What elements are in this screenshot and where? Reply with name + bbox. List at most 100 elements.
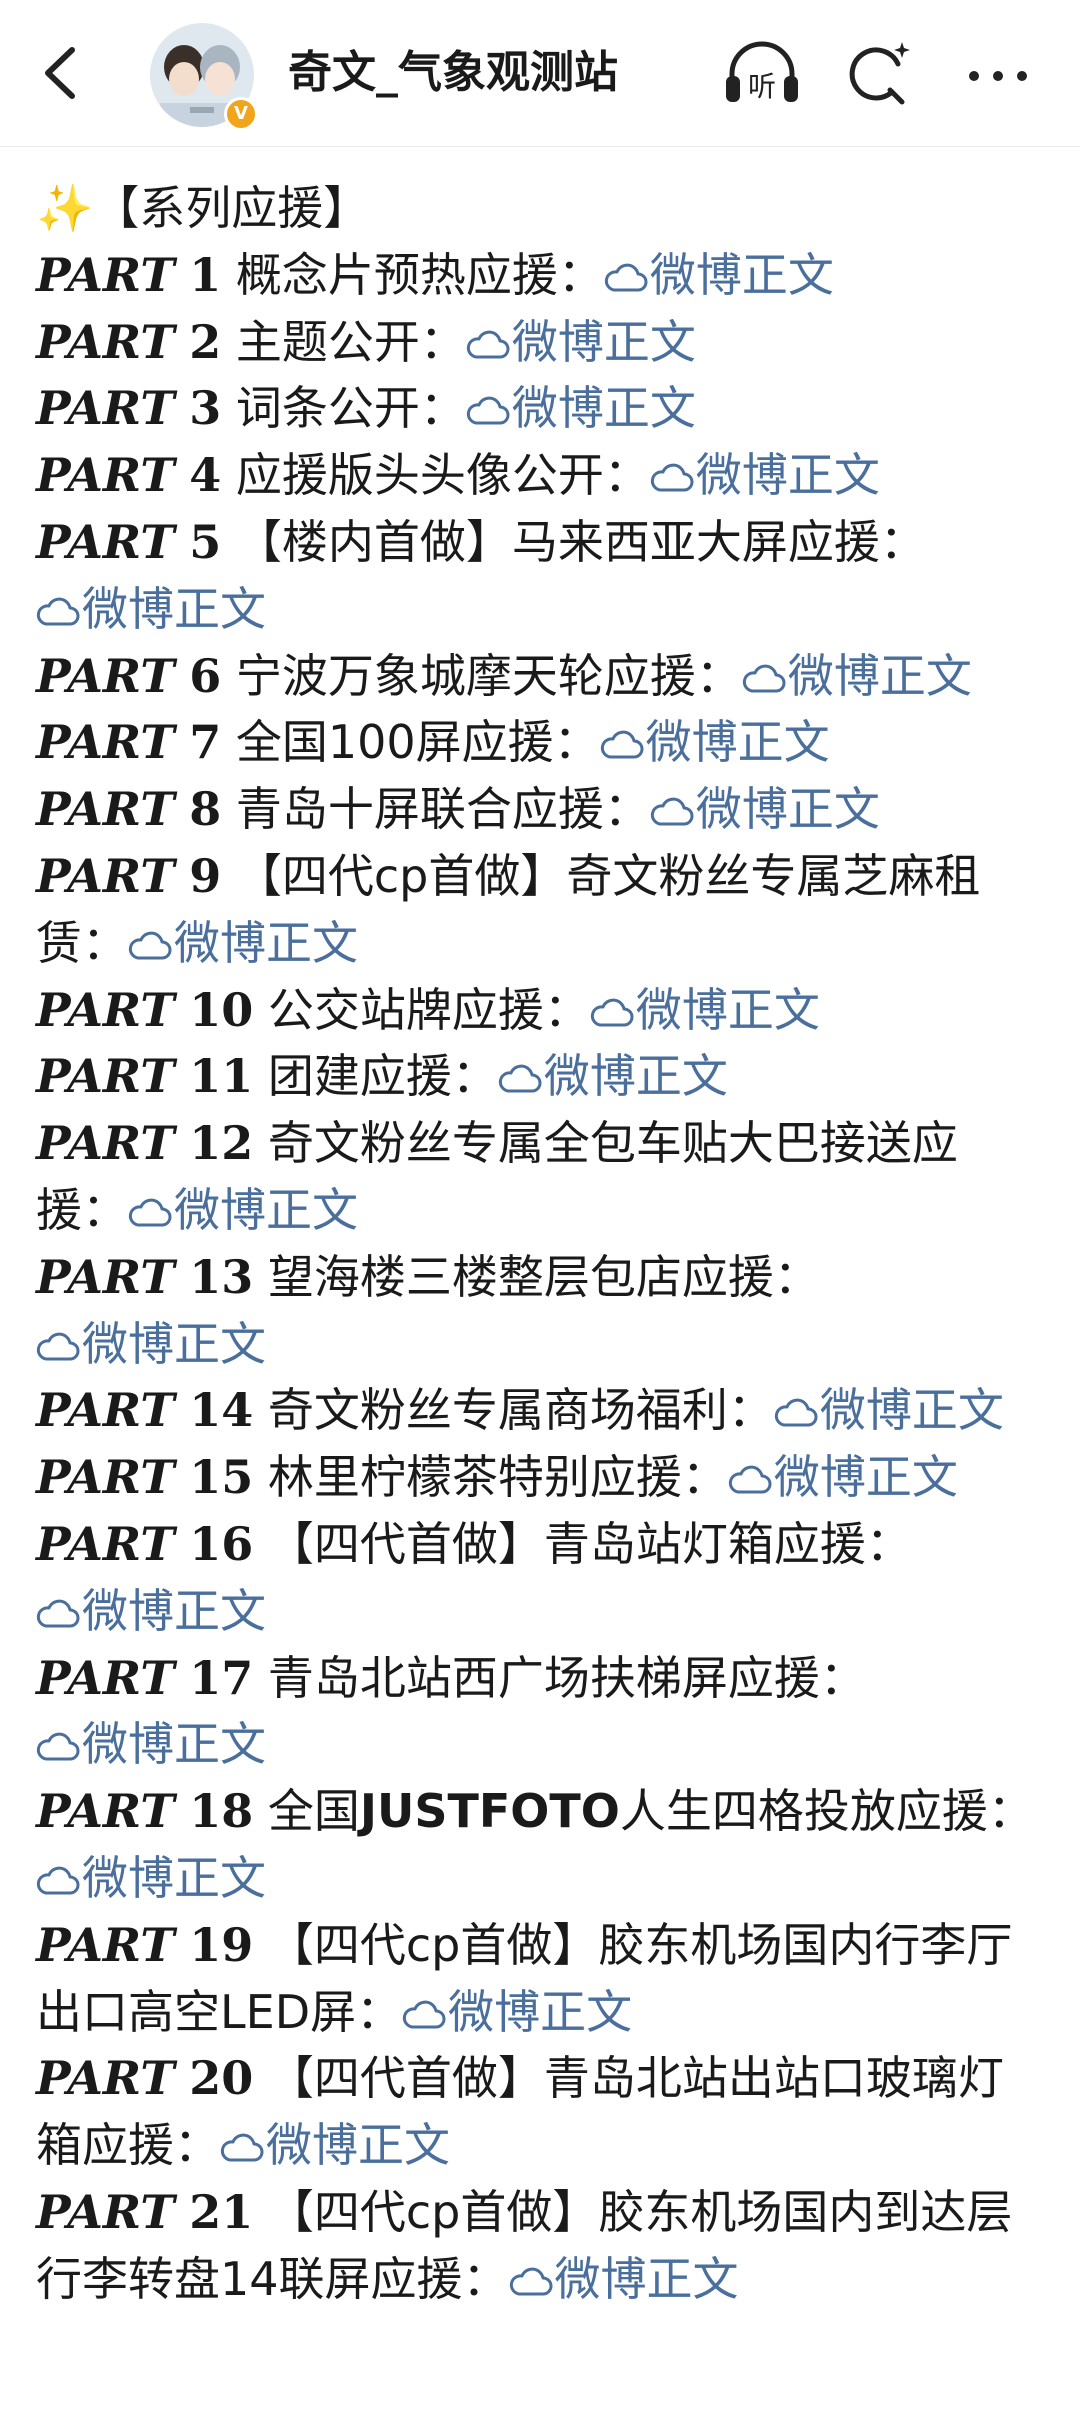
part-label: PART xyxy=(36,1650,175,1705)
weibo-link[interactable]: 微博正文 xyxy=(590,983,820,1037)
part-line: PART 16 【四代首做】青岛站灯箱应援：微博正文 xyxy=(36,1511,1048,1645)
part-line: PART 5 【楼内首做】马来西亚大屏应援： 微博正文 xyxy=(36,509,1048,643)
weibo-link[interactable]: 微博正文 xyxy=(650,782,880,836)
sparkle-emoji: ✨ xyxy=(36,181,94,235)
weibo-link-text: 微博正文 xyxy=(82,1583,266,1638)
part-line: PART 3 词条公开： 微博正文 xyxy=(36,375,1048,442)
weibo-link-text: 微博正文 xyxy=(695,448,880,503)
cloud-icon xyxy=(742,664,786,693)
weibo-link-text: 微博正文 xyxy=(82,1717,266,1772)
weibo-link-text: 微博正文 xyxy=(174,1182,358,1237)
weibo-link-text: 微博正文 xyxy=(645,715,830,770)
listen-icon[interactable]: 听 xyxy=(722,38,802,108)
part-line: PART 21 【四代cp首做】胶东机场国内到达层行李转盘14联屏应援： 微博正文 xyxy=(36,2179,1048,2313)
cloud-icon xyxy=(650,463,694,492)
part-line: PART 9 【四代cp首做】奇文粉丝专属芝麻租赁： 微博正文 xyxy=(36,843,1048,977)
part-number: 4 xyxy=(189,448,222,503)
weibo-link[interactable]: 微博正文 xyxy=(36,1317,266,1371)
part-line: PART 10 公交站牌应援： 微博正文 xyxy=(36,977,1048,1044)
intro-line: ✨【系列应援】 xyxy=(36,175,1048,242)
part-label: PART xyxy=(36,848,175,903)
weibo-link[interactable]: 微博正文 xyxy=(36,1851,266,1905)
back-arrow-icon[interactable] xyxy=(38,42,84,104)
part-description: 奇文粉丝专属商场福利： xyxy=(267,1383,774,1438)
part-description: 概念片预热应援： xyxy=(235,247,604,302)
weibo-link-text: 微博正文 xyxy=(511,314,696,369)
weibo-link-text: 微博正文 xyxy=(82,1316,266,1371)
weibo-link-text: 微博正文 xyxy=(511,381,696,436)
part-line: PART 18 全国JUSTFOTO人生四格投放应援： 微博正文 xyxy=(36,1778,1048,1912)
weibo-link-text: 微博正文 xyxy=(543,1049,728,1104)
cloud-icon xyxy=(498,1064,542,1093)
part-number: 18 xyxy=(189,1784,254,1839)
part-description: 青岛北站西广场扶梯屏应援： xyxy=(267,1650,866,1705)
weibo-link[interactable]: 微博正文 xyxy=(509,2252,739,2306)
weibo-link[interactable]: 微博正文 xyxy=(600,715,830,769)
weibo-link[interactable]: 微博正文 xyxy=(650,448,880,502)
weibo-link[interactable]: 微博正文 xyxy=(128,1183,358,1237)
part-number: 10 xyxy=(189,982,254,1037)
cloud-icon xyxy=(36,597,80,626)
weibo-link-text: 微博正文 xyxy=(82,581,266,636)
part-number: 19 xyxy=(189,1917,254,1972)
part-line: PART 8 青岛十屏联合应援： 微博正文 xyxy=(36,776,1048,843)
weibo-link[interactable]: 微博正文 xyxy=(728,1450,958,1504)
cloud-icon xyxy=(36,1866,80,1895)
part-line: PART 20 【四代首做】青岛北站出站口玻璃灯箱应援： 微博正文 xyxy=(36,2045,1048,2179)
part-line: PART 4 应援版头头像公开： 微博正文 xyxy=(36,442,1048,509)
part-label: PART xyxy=(36,648,175,703)
cloud-icon xyxy=(403,2000,446,2029)
weibo-link[interactable]: 微博正文 xyxy=(128,916,358,970)
part-description-bold: JUSTFOTO xyxy=(359,1784,620,1839)
part-number: 13 xyxy=(189,1249,254,1304)
part-description: 【四代首做】青岛北站出站口玻璃灯箱应援： xyxy=(36,2051,1004,2173)
weibo-link[interactable]: 微博正文 xyxy=(774,1383,1004,1437)
part-label: PART xyxy=(36,1784,175,1839)
cloud-icon xyxy=(600,730,644,759)
weibo-link[interactable]: 微博正文 xyxy=(402,1985,632,2039)
part-label: PART xyxy=(36,1049,175,1104)
weibo-link[interactable]: 微博正文 xyxy=(466,315,696,369)
part-number: 9 xyxy=(189,848,222,903)
part-number: 12 xyxy=(189,1116,254,1171)
username[interactable]: 奇文_气象观测站 xyxy=(288,42,618,104)
part-line: PART 14 奇文粉丝专属商场福利： 微博正文 xyxy=(36,1377,1048,1444)
weibo-link[interactable]: 微博正文 xyxy=(466,381,696,435)
part-number: 6 xyxy=(189,648,222,703)
more-icon[interactable] xyxy=(958,38,1038,108)
part-number: 20 xyxy=(189,2051,254,2106)
verified-badge-icon: V xyxy=(224,97,258,131)
weibo-link[interactable]: 微博正文 xyxy=(36,1584,266,1638)
weibo-link[interactable]: 微博正文 xyxy=(604,248,834,302)
weibo-link[interactable]: 微博正文 xyxy=(220,2118,450,2172)
part-label: PART xyxy=(36,982,175,1037)
weibo-link[interactable]: 微博正文 xyxy=(36,1717,266,1771)
part-description-tail: 人生四格投放应援： xyxy=(619,1784,1034,1839)
part-line: PART 15 林里柠檬茶特别应援： 微博正文 xyxy=(36,1444,1048,1511)
intro-text: 【系列应援】 xyxy=(93,181,370,235)
cloud-icon xyxy=(128,931,172,960)
cloud-icon xyxy=(466,330,510,359)
weibo-link-text: 微博正文 xyxy=(266,2118,450,2173)
part-label: PART xyxy=(36,514,175,569)
weibo-link-text: 微博正文 xyxy=(787,648,972,703)
cloud-icon xyxy=(650,797,694,826)
weibo-link-text: 微博正文 xyxy=(773,1450,958,1505)
part-label: PART xyxy=(36,1116,175,1171)
listen-icon-label: 听 xyxy=(748,70,776,103)
cloud-icon xyxy=(36,1332,80,1361)
part-number: 21 xyxy=(189,2184,254,2239)
weibo-link[interactable]: 微博正文 xyxy=(742,649,972,703)
part-label: PART xyxy=(36,1917,175,1972)
part-line: PART 2 主题公开： 微博正文 xyxy=(36,309,1048,376)
weibo-link[interactable]: 微博正文 xyxy=(498,1049,728,1103)
post-body: ✨【系列应援】 PART 1 概念片预热应援： 微博正文 PART 2 主题公开： 微… xyxy=(36,175,1048,2313)
search-icon[interactable] xyxy=(840,38,920,108)
weibo-link-text: 微博正文 xyxy=(174,915,358,970)
part-number: 11 xyxy=(189,1049,254,1104)
part-line: PART 19 【四代cp首做】胶东机场国内行李厅出口高空LED屏： 微博正文 xyxy=(36,1912,1048,2046)
part-label: PART xyxy=(36,381,175,436)
part-description: 全国100屏应援： xyxy=(235,715,600,770)
part-line: PART 6 宁波万象城摩天轮应援： 微博正文 xyxy=(36,643,1048,710)
weibo-link[interactable]: 微博正文 xyxy=(36,582,266,636)
